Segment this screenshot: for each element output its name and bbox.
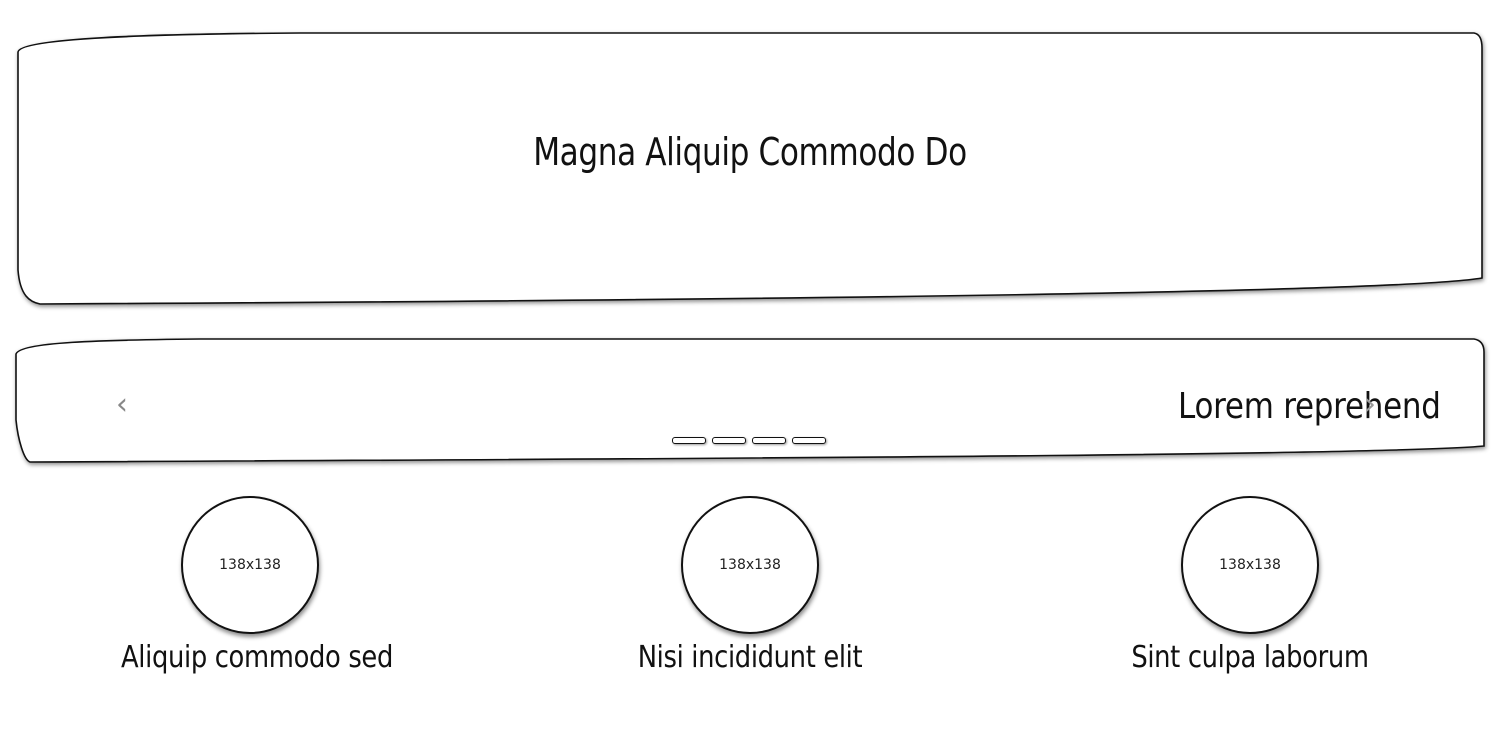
carousel-prev-icon[interactable]: ‹: [116, 390, 128, 420]
carousel-next-icon[interactable]: ›: [1364, 390, 1376, 420]
carousel-indicator[interactable]: [792, 437, 826, 444]
carousel-indicator[interactable]: [672, 437, 706, 444]
feature-image-placeholder: 138x138: [1181, 496, 1319, 634]
feature-item: 138x138 Aliquip commodo sed: [100, 496, 400, 675]
carousel-indicators: [672, 437, 826, 444]
feature-caption: Sint culpa laborum: [1131, 640, 1369, 675]
carousel-indicator[interactable]: [712, 437, 746, 444]
page: Magna Aliquip Commodo Do Lorem reprehend…: [0, 0, 1500, 752]
feature-caption: Nisi incididunt elit: [637, 640, 863, 675]
hero-title: Magna Aliquip Commodo Do: [533, 130, 967, 174]
carousel-indicator[interactable]: [752, 437, 786, 444]
feature-image-placeholder: 138x138: [181, 496, 319, 634]
feature-item: 138x138 Sint culpa laborum: [1100, 496, 1400, 675]
feature-image-placeholder: 138x138: [681, 496, 819, 634]
carousel-slide-text: Lorem reprehender: [1178, 386, 1441, 427]
feature-item: 138x138 Nisi incididunt elit: [600, 496, 900, 675]
feature-caption: Aliquip commodo sed: [121, 640, 394, 675]
